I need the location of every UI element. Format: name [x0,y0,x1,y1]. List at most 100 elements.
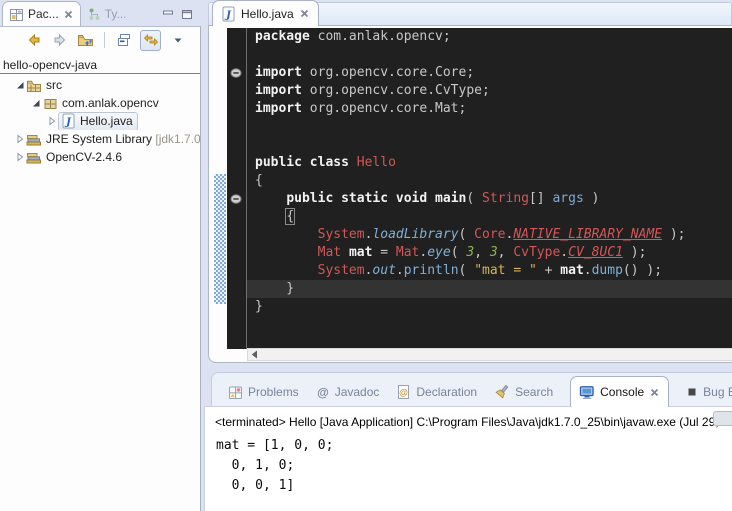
javadoc-icon: @ [316,385,330,399]
tab-problems[interactable]: Problems [228,378,299,406]
code-line: { [247,208,732,226]
svg-text:@: @ [400,388,409,398]
tree-item-opencv-2-4-6[interactable]: OpenCV-2.4.6 [0,148,200,166]
close-icon[interactable] [649,387,660,398]
tab-label: Pac... [28,7,59,21]
console-toolbar-button[interactable] [713,411,732,426]
type-hierarchy-icon [87,7,101,21]
tree-item-project-root[interactable]: hello-opencv-java [0,56,200,74]
expanded-arrow-icon[interactable] [14,80,26,90]
collapse-all-button[interactable] [114,31,133,50]
toolbar-separator [104,32,105,48]
code-line: Mat mat = Mat.eye( 3, 3, CvType.CV_8UC1 … [247,244,732,262]
tree-item-jre-system-library[interactable]: JRE System Library [jdk1.7.0 [0,130,200,148]
bug-icon [686,386,698,398]
editor-panel: package com.anlak.opencv; import org.open… [208,25,732,363]
refresh-folder-button[interactable] [76,31,95,50]
close-icon[interactable] [63,9,74,20]
fold-collapse-icon[interactable] [230,194,243,205]
tab-label: Javadoc [335,385,380,399]
tab-label: Declaration [416,385,477,399]
package-folder-icon [26,78,42,93]
editor-tab-label: Hello.java [241,7,294,21]
code-line: package com.anlak.opencv; [247,28,732,46]
code-line: import org.opencv.core.Core; [247,64,732,82]
code-line [247,46,732,64]
code-line: import org.opencv.core.CvType; [247,82,732,100]
tab-label: Ty... [105,7,127,21]
code-line: public static void main( String[] args ) [247,190,732,208]
tree-item-label: Hello.java [80,114,133,128]
project-tree: hello-opencv-java srccom.anlak.opencv J He… [0,53,200,166]
problems-icon [228,385,243,400]
tree-item-suffix: [jdk1.7.0 [152,132,200,146]
tab-label: Search [515,385,553,399]
tab-label: Problems [248,385,299,399]
tree-item-hello-java[interactable]: J Hello.java [0,112,200,130]
tab-bug-explorer[interactable]: Bug Explorer [686,378,732,406]
svg-text:@: @ [317,386,329,400]
tree-item-label: JRE System Library [46,132,152,146]
view-menu-button[interactable] [168,31,187,50]
console-title: <terminated> Hello [Java Application] C:… [205,407,732,429]
view-menu-icon [173,36,183,44]
tab-type-hierarchy[interactable]: Ty... [81,2,133,26]
package-icon [42,96,58,111]
tree-item-src[interactable]: src [0,76,200,94]
library-icon [26,150,42,165]
expanded-arrow-icon[interactable] [30,98,42,108]
maximize-icon[interactable] [181,9,193,20]
tree-item-label: com.anlak.opencv [62,96,159,110]
fold-collapse-icon[interactable] [230,68,243,79]
java-file-icon: J [60,113,76,129]
tree-item-label: src [46,78,62,92]
refresh-folder-icon [77,32,94,48]
view-window-buttons [162,9,193,20]
code-line [247,136,732,154]
quick-diff-ruler[interactable] [213,28,227,349]
range-indicator [214,174,226,304]
code-line: public class Hello [247,154,732,172]
console-output[interactable]: mat = [1, 0, 0; 0, 1, 0; 0, 0, 1] [205,429,732,496]
java-file-icon: J [221,6,236,22]
folding-ruler[interactable] [227,28,246,349]
tab-search[interactable]: Search [494,378,553,406]
forward-icon [52,32,68,48]
code-line: System.loadLibrary( Core.NATIVE_LIBRARY_… [247,226,732,244]
console-icon [579,385,595,400]
editor-tab-hello-java[interactable]: J Hello.java [212,0,319,26]
bottom-tab-bar: Problems @ Javadoc @ Declaration Search Consol… [211,372,732,406]
console-view: <terminated> Hello [Java Application] C:… [204,406,732,511]
declaration-icon: @ [396,384,411,400]
horizontal-scrollbar[interactable] [247,348,732,361]
collapse-all-icon [116,32,132,48]
collapsed-arrow-icon[interactable] [46,116,58,126]
tab-javadoc[interactable]: @ Javadoc [316,378,380,406]
tab-declaration[interactable]: @ Declaration [396,378,477,406]
code-line: { [247,172,732,190]
scroll-left-icon[interactable] [248,350,261,359]
collapsed-arrow-icon[interactable] [14,152,26,162]
search-icon [494,384,510,400]
code-line: System.out.println( "mat = " + mat.dump(… [247,262,732,280]
package-explorer-view: Pac... Ty... hello-opencv-java srccom.an… [0,0,201,511]
tab-label: Console [600,385,644,399]
code-editor[interactable]: package com.anlak.opencv; import org.open… [247,28,732,349]
tree-item-label: OpenCV-2.4.6 [46,150,122,164]
close-icon[interactable] [299,8,310,19]
tab-package-explorer[interactable]: Pac... [2,1,81,26]
package-explorer-icon [9,7,24,22]
minimize-icon[interactable] [162,9,174,20]
editor-viewport: package com.anlak.opencv; import org.open… [213,28,732,349]
collapsed-arrow-icon[interactable] [14,134,26,144]
tab-label: Bug Explorer [703,385,732,399]
forward-button[interactable] [50,31,69,50]
code-line [247,118,732,136]
tree-item-com-anlak-opencv[interactable]: com.anlak.opencv [0,94,200,112]
back-button[interactable] [24,31,43,50]
link-with-editor-icon [143,33,159,47]
code-line-current: } [247,280,732,298]
tab-console[interactable]: Console [570,376,669,407]
link-with-editor-button[interactable] [140,30,161,51]
back-icon [26,32,42,48]
